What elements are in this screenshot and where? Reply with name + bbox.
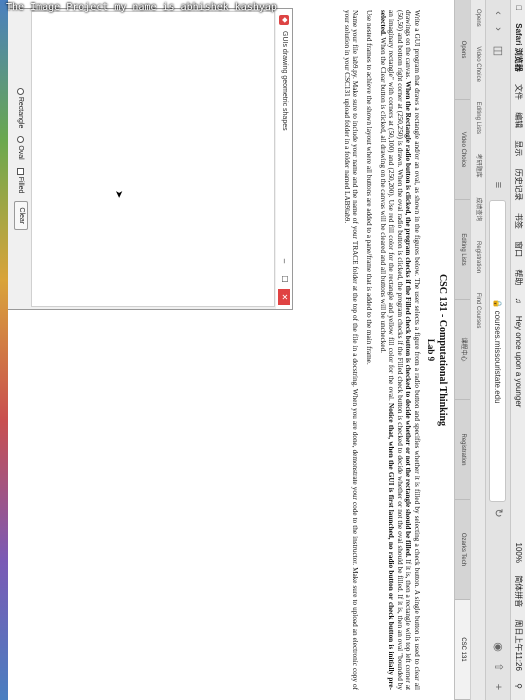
- browser-toolbar: ‹ › ◫ ≡ 🔒 courses.missouristate.edu ↻ ◉ …: [485, 0, 510, 700]
- rectangle-label: Rectangle: [17, 96, 24, 129]
- search-icon[interactable]: ⚲: [511, 683, 525, 689]
- clock[interactable]: 周日上午11:26: [511, 619, 525, 670]
- radio-icon: [17, 87, 25, 95]
- bookmark-item[interactable]: Registration: [471, 241, 485, 273]
- reload-icon[interactable]: ↻: [491, 506, 505, 520]
- now-playing[interactable]: Hey once upon a younger: [511, 316, 525, 408]
- controls-frame: Rectangle Oval Filled Clear: [9, 9, 31, 309]
- lock-icon: 🔒: [493, 298, 502, 311]
- menu-app-name[interactable]: Safari 浏览器: [511, 23, 525, 71]
- menu-item-edit[interactable]: 编辑: [511, 112, 525, 128]
- filled-label: Filled: [17, 176, 24, 194]
- status-area: 100% 简体拼音 周日上午11:26 ⚲: [511, 538, 525, 694]
- tab-active[interactable]: CSC 131: [455, 600, 470, 700]
- doc-title: CSC 131 - Computational Thinking: [437, 273, 448, 427]
- bookmark-item[interactable]: Find Courses: [471, 293, 485, 329]
- filled-checkbox[interactable]: Filled: [9, 167, 31, 194]
- radio-icon: [17, 136, 25, 144]
- battery-percent[interactable]: 100%: [511, 543, 525, 563]
- address-text: courses.missouristate.edu: [493, 310, 502, 404]
- lab-document: CSC 131 - Computational Thinking Lab 9 W…: [294, 0, 454, 700]
- menu-bar:  Safari 浏览器 文件 编辑 显示 历史记录 书签 窗口 帮助 ♫ He…: [510, 0, 525, 700]
- rotated-screen:  Safari 浏览器 文件 编辑 显示 历史记录 书签 窗口 帮助 ♫ He…: [0, 0, 525, 700]
- tab[interactable]: Editing Lists: [455, 200, 470, 300]
- maximize-button[interactable]: ☐: [278, 271, 290, 287]
- tk-app-window: ◆ GUIs drawing geometric shapes – ☐ ✕ ➤ …: [6, 8, 293, 310]
- close-button[interactable]: ✕: [278, 289, 290, 305]
- doc-text: When the Clear button is clicked, all dr…: [378, 35, 387, 353]
- tab[interactable]: 课程中心: [455, 300, 470, 400]
- doc-subtitle: Lab 9: [426, 338, 436, 362]
- menu-item-window[interactable]: 窗口: [511, 241, 525, 257]
- checkbox-icon: [17, 167, 25, 175]
- app-title-bar: ◆ GUIs drawing geometric shapes – ☐ ✕: [276, 9, 292, 309]
- doc-text-bold: When the Rectangle radio button is click…: [404, 80, 413, 558]
- bookmark-item[interactable]: Video Choice: [471, 46, 485, 82]
- menu-item-file[interactable]: 文件: [511, 84, 525, 100]
- oval-label: Oval: [17, 145, 24, 160]
- doc-paragraph-2: Use nested frames to achieve the shown l…: [365, 10, 374, 365]
- extension-icon[interactable]: ◉: [491, 640, 505, 654]
- blank-area: [8, 310, 293, 682]
- tab-bar: Opens Video Choice Editing Lists 课程中心 Re…: [454, 0, 470, 700]
- drawing-canvas[interactable]: ➤: [31, 11, 275, 307]
- bookmarks-bar: Opens Video Choice Editing Lists 考研题库 成绩…: [470, 0, 485, 700]
- rectangle-radio[interactable]: Rectangle: [9, 87, 31, 129]
- share-icon[interactable]: ⇧: [491, 660, 505, 674]
- app-icon: ◆: [279, 15, 289, 25]
- doc-paragraph-1: Write a GUI program that draws a rectang…: [378, 10, 421, 690]
- bookmark-item[interactable]: 考研题库: [471, 154, 485, 178]
- input-method[interactable]: 简体拼音: [511, 575, 525, 607]
- oval-radio[interactable]: Oval: [9, 136, 31, 160]
- menu-icon[interactable]: ≡: [491, 178, 505, 192]
- mouse-cursor-icon: ➤: [113, 190, 124, 199]
- bookmark-item[interactable]: Editing Lists: [471, 102, 485, 134]
- address-bar[interactable]: 🔒 courses.missouristate.edu: [489, 200, 506, 502]
- menu-item-history[interactable]: 历史记录: [511, 169, 525, 201]
- menu-item-bookmarks[interactable]: 书签: [511, 213, 525, 229]
- new-tab-icon[interactable]: +: [491, 680, 505, 694]
- menu-item-help[interactable]: 帮助: [511, 269, 525, 285]
- doc-paragraph-3: Name your file lab9.py. Make sure to inc…: [342, 10, 360, 690]
- menu-item-view[interactable]: 显示: [511, 140, 525, 156]
- sidebar-icon[interactable]: ◫: [491, 44, 505, 58]
- clear-button[interactable]: Clear: [13, 201, 28, 231]
- forward-icon[interactable]: ›: [491, 22, 505, 36]
- tab[interactable]: Video Choice: [455, 100, 470, 200]
- dock[interactable]: [0, 0, 8, 700]
- tab[interactable]: Ozarks Tech: [455, 500, 470, 600]
- tab[interactable]: Registration: [455, 400, 470, 500]
- music-note-icon: ♫: [511, 298, 525, 304]
- watermark-caption: The Image Project my name is abhishek ka…: [6, 2, 277, 13]
- app-title: GUIs drawing geometric shapes: [281, 31, 288, 131]
- bookmark-item[interactable]: 成绩查询: [471, 197, 485, 221]
- minimize-button[interactable]: –: [278, 253, 290, 269]
